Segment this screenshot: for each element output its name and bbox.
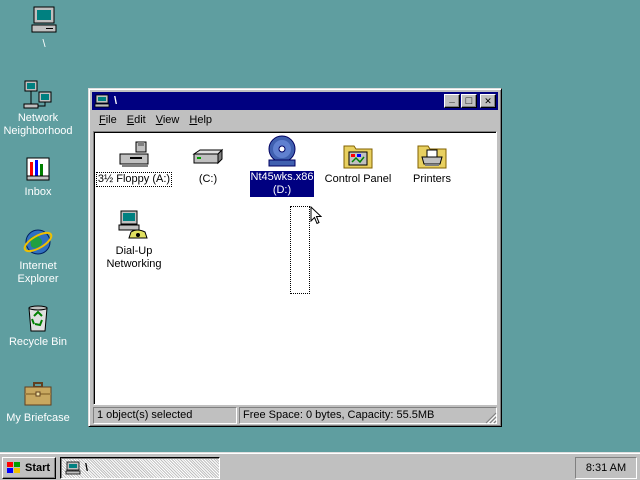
floppy-drive-icon (119, 141, 149, 167)
briefcase-icon (24, 382, 52, 406)
computer-icon (65, 461, 81, 475)
item-control-panel[interactable]: Control Panel (320, 140, 396, 186)
cd-rom-icon (268, 135, 296, 167)
dial-up-networking-icon (118, 210, 148, 239)
desktop-icon-internet-explorer[interactable]: Internet Explorer (0, 226, 76, 286)
item-label: 3½ Floppy (A:) (95, 172, 173, 187)
folder-content-area[interactable]: 3½ Floppy (A:) (C:) Nt45wks.x86 (D:) Con… (93, 131, 497, 405)
desktop-icon-label: Internet Explorer (17, 260, 59, 285)
printers-icon (417, 145, 447, 169)
drag-outline (290, 206, 310, 294)
clock[interactable]: 8:31 AM (586, 462, 626, 474)
menu-file[interactable]: File (94, 114, 122, 126)
mouse-pointer-icon (310, 206, 322, 225)
internet-explorer-icon (23, 229, 53, 255)
item-label: Printers (413, 173, 451, 185)
status-disk-space: Free Space: 0 bytes, Capacity: 55.5MB (239, 407, 497, 424)
maximize-icon: □ (465, 95, 473, 107)
start-button[interactable]: Start (2, 457, 56, 479)
desktop-icon-label: \ (42, 38, 46, 50)
item-label: Nt45wks.x86 (D:) (249, 171, 315, 197)
maximize-button[interactable]: □ (461, 94, 477, 108)
computer-icon (94, 94, 110, 108)
taskbar: Start \ 8:31 AM (0, 452, 640, 480)
desktop-icon-label: Network Neighborhood (3, 112, 73, 137)
resize-grip-icon[interactable] (485, 412, 497, 424)
recycle-bin-icon (28, 305, 48, 332)
window-titlebar[interactable]: \ _ □ ✕ (92, 92, 498, 110)
taskbar-window-label: \ (85, 462, 89, 474)
menu-help[interactable]: Help (184, 114, 217, 126)
item-label: (C:) (198, 173, 218, 185)
taskbar-window-button[interactable]: \ (60, 457, 220, 479)
desktop-icon-my-computer[interactable]: \ (6, 4, 82, 51)
status-selection: 1 object(s) selected (93, 407, 237, 424)
item-label: Control Panel (324, 173, 392, 185)
inbox-icon (26, 157, 50, 181)
minimize-button[interactable]: _ (444, 94, 460, 108)
desktop-icon-label: Recycle Bin (8, 336, 68, 348)
item-printers[interactable]: Printers (394, 140, 470, 186)
item-label: Dial-Up Networking (106, 245, 162, 270)
minimize-icon: _ (449, 93, 455, 104)
window-title: \ (114, 95, 118, 107)
desktop-icon-my-briefcase[interactable]: My Briefcase (0, 378, 76, 425)
desktop-icon-inbox[interactable]: Inbox (0, 152, 76, 199)
control-panel-icon (343, 145, 373, 169)
desktop-icon-label: Inbox (24, 186, 52, 198)
status-bar: 1 object(s) selected Free Space: 0 bytes… (93, 407, 497, 424)
menu-view[interactable]: View (151, 114, 185, 126)
close-button[interactable]: ✕ (480, 94, 496, 108)
desktop-icon-recycle-bin[interactable]: Recycle Bin (0, 302, 76, 349)
item-dial-up-networking[interactable]: Dial-Up Networking (96, 208, 172, 271)
system-tray: 8:31 AM (575, 457, 637, 479)
explorer-window[interactable]: \ _ □ ✕ File Edit View Help 3½ Floppy (A… (88, 88, 502, 427)
network-icon (23, 80, 52, 109)
windows-logo-icon (7, 462, 20, 473)
item-cd-rom-drive[interactable]: Nt45wks.x86 (D:) (244, 134, 320, 197)
menu-bar: File Edit View Help (92, 110, 498, 130)
desktop-icon-network-neighborhood[interactable]: Network Neighborhood (0, 78, 76, 138)
computer-icon (31, 6, 57, 33)
start-label: Start (25, 462, 51, 474)
item-floppy-drive[interactable]: 3½ Floppy (A:) (95, 140, 173, 187)
hard-drive-icon (192, 148, 224, 165)
close-icon: ✕ (484, 96, 492, 106)
item-hard-drive[interactable]: (C:) (170, 140, 246, 186)
menu-edit[interactable]: Edit (122, 114, 151, 126)
desktop-icon-label: My Briefcase (6, 412, 70, 424)
